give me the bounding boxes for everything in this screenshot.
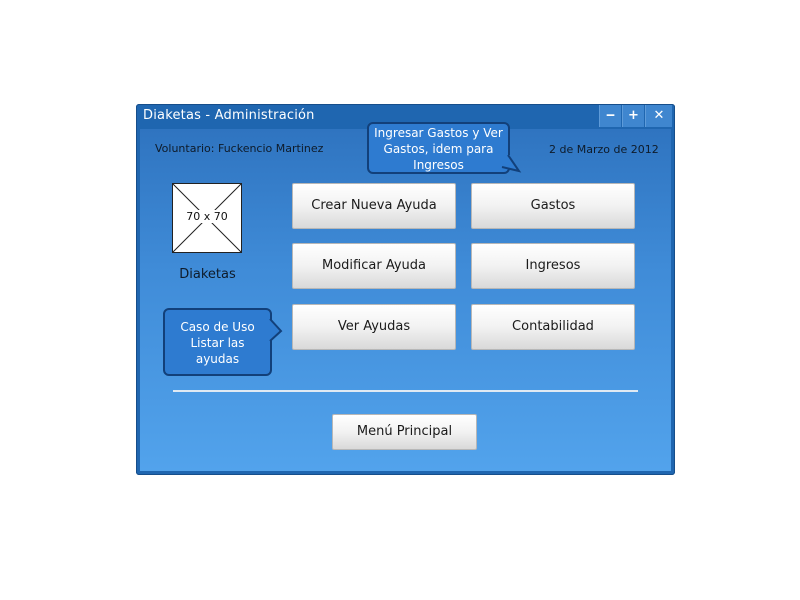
annotation-callout-gastos: Ingresar Gastos y Ver Gastos, idem para … [367,122,510,174]
callout-text-line: Gastos, idem para [383,142,494,156]
gastos-button[interactable]: Gastos [471,183,635,229]
callout-text-line: Caso de Uso [180,320,255,334]
placeholder-size-label: 70 x 70 [185,210,229,223]
logo-name: Diaketas [179,267,236,282]
callout-text-line: Ingresar Gastos y Ver [374,126,503,140]
window-content: Voluntario: Fuckencio Martinez 2 de Marz… [140,122,671,471]
ver-ayudas-button[interactable]: Ver Ayudas [292,304,456,350]
maximize-button[interactable]: + [622,105,644,127]
callout-text-line: Listar las [190,336,245,350]
volunteer-label: Voluntario: Fuckencio Martinez [155,142,324,155]
callout-pointer [500,154,522,173]
menu-principal-button[interactable]: Menú Principal [332,414,477,450]
window-title: Diaketas - Administración [143,108,315,123]
callout-text-line: ayudas [195,352,240,366]
minimize-button[interactable]: ‒ [599,105,621,127]
crear-nueva-ayuda-button[interactable]: Crear Nueva Ayuda [292,183,456,229]
logo-image-placeholder: 70 x 70 [172,183,242,253]
modificar-ayuda-button[interactable]: Modificar Ayuda [292,243,456,289]
contabilidad-button[interactable]: Contabilidad [471,304,635,350]
close-button[interactable]: ✕ [645,105,672,127]
app-window: Diaketas - Administración ‒ + ✕ Voluntar… [136,104,675,475]
annotation-callout-listar: Caso de Uso Listar las ayudas [163,308,272,376]
callout-text-line: Ingresos [413,158,464,172]
callout-pointer [269,319,283,342]
ingresos-button[interactable]: Ingresos [471,243,635,289]
divider [173,390,638,392]
date-label: 2 de Marzo de 2012 [549,143,659,156]
